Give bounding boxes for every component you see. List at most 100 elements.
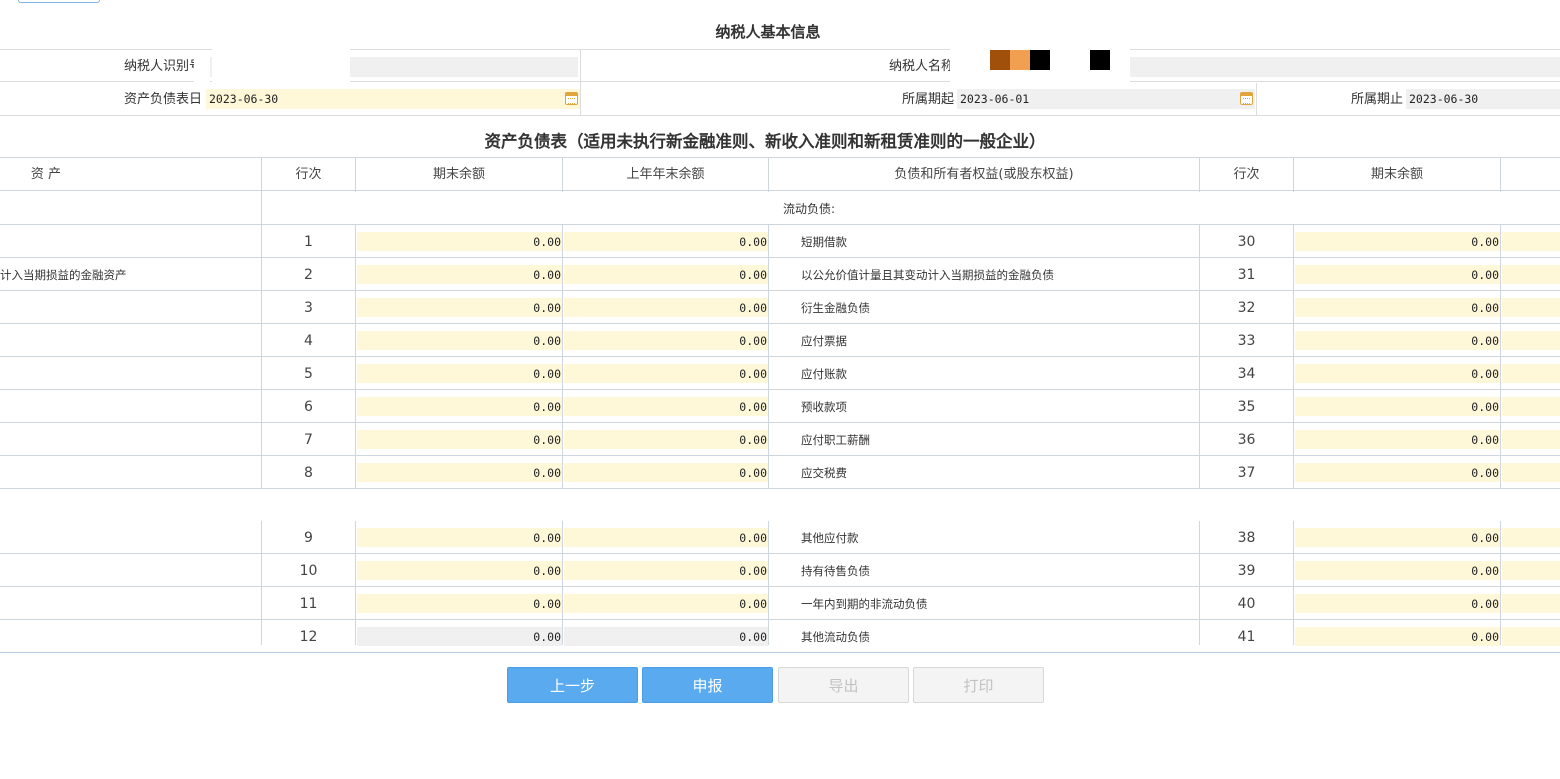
end-balance-input[interactable]: 0.00 xyxy=(357,298,562,317)
end-balance-input[interactable]: 0.00 xyxy=(357,561,562,580)
end-balance-input-2[interactable]: 0.00 xyxy=(1295,298,1500,317)
submit-button[interactable]: 申报 xyxy=(642,667,773,703)
prev-year-balance-input-2[interactable] xyxy=(1502,627,1560,646)
end-balance-input-2[interactable]: 0.00 xyxy=(1295,528,1500,547)
end-balance-input[interactable]: 0.00 xyxy=(357,594,562,613)
table-row: 7 0.00 0.00 应付职工薪酬 36 0.00 xyxy=(0,423,1560,456)
column-divider xyxy=(355,521,356,645)
end-balance-input[interactable]: 0.00 xyxy=(357,528,562,547)
prev-year-balance-input-2[interactable] xyxy=(1502,561,1560,580)
asset-name xyxy=(0,423,255,455)
end-balance-input-2[interactable]: 0.00 xyxy=(1295,265,1500,284)
prev-year-balance-input[interactable]: 0.00 xyxy=(564,331,768,350)
prev-year-balance-input[interactable]: 0.00 xyxy=(564,594,768,613)
header-end-balance: 期末余额 xyxy=(432,167,485,182)
info-row-taxpayer: 纳税人识别号 纳税人名称 xyxy=(0,49,1560,89)
table-row: 9 0.00 0.00 其他应付款 38 0.00 xyxy=(0,521,1560,554)
end-balance-input[interactable]: 0.00 xyxy=(357,430,562,449)
end-balance-input[interactable]: 0.00 xyxy=(357,331,562,350)
end-balance-input[interactable]: 0.00 xyxy=(357,397,562,416)
asset-name xyxy=(0,620,255,646)
end-balance-input-2[interactable]: 0.00 xyxy=(1295,594,1500,613)
liability-name: 衍生金融负债 xyxy=(801,301,870,315)
asset-name xyxy=(0,324,255,356)
header-prev-year-balance: 上年年末余额 xyxy=(626,167,705,182)
prev-year-balance-input-2[interactable] xyxy=(1502,430,1560,449)
prev-year-balance-input[interactable]: 0.00 xyxy=(564,528,768,547)
balance-date-label: 资产负债表日 xyxy=(123,92,202,107)
end-balance-input-2[interactable]: 0.00 xyxy=(1295,627,1500,646)
liability-name: 其他流动负债 xyxy=(801,630,870,644)
line-number: 5 xyxy=(304,366,313,382)
table-row: 11 0.00 0.00 一年内到期的非流动负债 40 0.00 xyxy=(0,587,1560,620)
redaction xyxy=(194,50,210,82)
print-button[interactable]: 打印 xyxy=(913,667,1044,703)
prev-year-balance-input[interactable]: 0.00 xyxy=(564,364,768,383)
line-number-2: 40 xyxy=(1237,596,1256,612)
prev-year-balance-input-2[interactable] xyxy=(1502,232,1560,251)
prev-year-balance-input[interactable]: 0.00 xyxy=(564,265,768,284)
action-bar: 上一步 申报 导出 打印 xyxy=(0,667,1560,703)
liability-name: 短期借款 xyxy=(801,235,847,249)
asset-name xyxy=(0,456,255,488)
end-balance-input-2[interactable]: 0.00 xyxy=(1295,364,1500,383)
liability-name: 预收款项 xyxy=(801,400,847,414)
header-line-no-2: 行次 xyxy=(1233,167,1260,182)
end-balance-input[interactable]: 0.00 xyxy=(357,265,562,284)
prev-year-balance-input[interactable]: 0.00 xyxy=(564,463,768,482)
asset-name xyxy=(0,390,255,422)
prev-year-balance-input[interactable]: 0.00 xyxy=(564,232,768,251)
prev-step-button[interactable]: 上一步 xyxy=(507,667,638,703)
prev-year-balance-input-2[interactable] xyxy=(1502,265,1560,284)
liability-name: 其他应付款 xyxy=(801,531,859,545)
header-asset: 资 产 xyxy=(30,167,62,182)
header-end-balance-2: 期末余额 xyxy=(1370,167,1423,182)
end-balance-input-2[interactable]: 0.00 xyxy=(1295,397,1500,416)
prev-year-balance-input-2[interactable] xyxy=(1502,463,1560,482)
line-number-2: 30 xyxy=(1237,234,1256,250)
column-divider xyxy=(1199,225,1200,489)
prev-year-balance-input[interactable]: 0.00 xyxy=(564,430,768,449)
prev-year-balance-input[interactable]: 0.00 xyxy=(564,298,768,317)
export-button[interactable]: 导出 xyxy=(778,667,909,703)
calendar-icon[interactable] xyxy=(565,92,578,105)
prev-year-balance-input-2[interactable] xyxy=(1502,364,1560,383)
top-button[interactable] xyxy=(18,0,100,3)
period-end-input[interactable]: 2023-06-30 xyxy=(1406,89,1560,109)
column-divider xyxy=(562,225,563,489)
balance-date-input[interactable]: 2023-06-30 xyxy=(206,89,580,109)
prev-year-balance-input-2[interactable] xyxy=(1502,298,1560,317)
end-balance-input[interactable]: 0.00 xyxy=(357,232,562,251)
liability-name: 一年内到期的非流动负债 xyxy=(801,597,928,611)
column-divider xyxy=(261,521,262,645)
prev-year-balance-input[interactable]: 0.00 xyxy=(564,627,768,646)
column-divider xyxy=(768,225,769,489)
end-balance-input-2[interactable]: 0.00 xyxy=(1295,561,1500,580)
prev-year-balance-input-2[interactable] xyxy=(1502,331,1560,350)
line-number: 3 xyxy=(304,300,313,316)
end-balance-input-2[interactable]: 0.00 xyxy=(1295,232,1500,251)
prev-year-balance-input[interactable]: 0.00 xyxy=(564,397,768,416)
end-balance-input[interactable]: 0.00 xyxy=(357,463,562,482)
end-balance-input-2[interactable]: 0.00 xyxy=(1295,331,1500,350)
prev-year-balance-input-2[interactable] xyxy=(1502,528,1560,547)
prev-year-balance-input-2[interactable] xyxy=(1502,397,1560,416)
end-balance-input[interactable]: 0.00 xyxy=(357,364,562,383)
end-balance-input-2[interactable]: 0.00 xyxy=(1295,430,1500,449)
end-balance-input[interactable]: 0.00 xyxy=(357,627,562,646)
period-start-input[interactable]: 2023-06-01 xyxy=(957,89,1255,109)
table-row: 3 0.00 0.00 衍生金融负债 32 0.00 xyxy=(0,291,1560,324)
column-divider xyxy=(1500,521,1501,645)
column-divider xyxy=(768,158,769,192)
end-balance-input-2[interactable]: 0.00 xyxy=(1295,463,1500,482)
column-divider xyxy=(261,158,262,489)
asset-name xyxy=(0,357,255,389)
section-row: 流动负债: xyxy=(0,192,1560,225)
prev-year-balance-input-2[interactable] xyxy=(1502,594,1560,613)
balance-sheet-table: 资 产 行次 期末余额 上年年末余额 负债和所有者权益(或股东权益) 行次 期末… xyxy=(0,157,1560,653)
calendar-icon[interactable] xyxy=(1240,92,1253,105)
separator xyxy=(1256,83,1257,116)
taxpayer-id-label: 纳税人识别号 xyxy=(123,59,202,74)
redaction xyxy=(212,49,350,87)
prev-year-balance-input[interactable]: 0.00 xyxy=(564,561,768,580)
